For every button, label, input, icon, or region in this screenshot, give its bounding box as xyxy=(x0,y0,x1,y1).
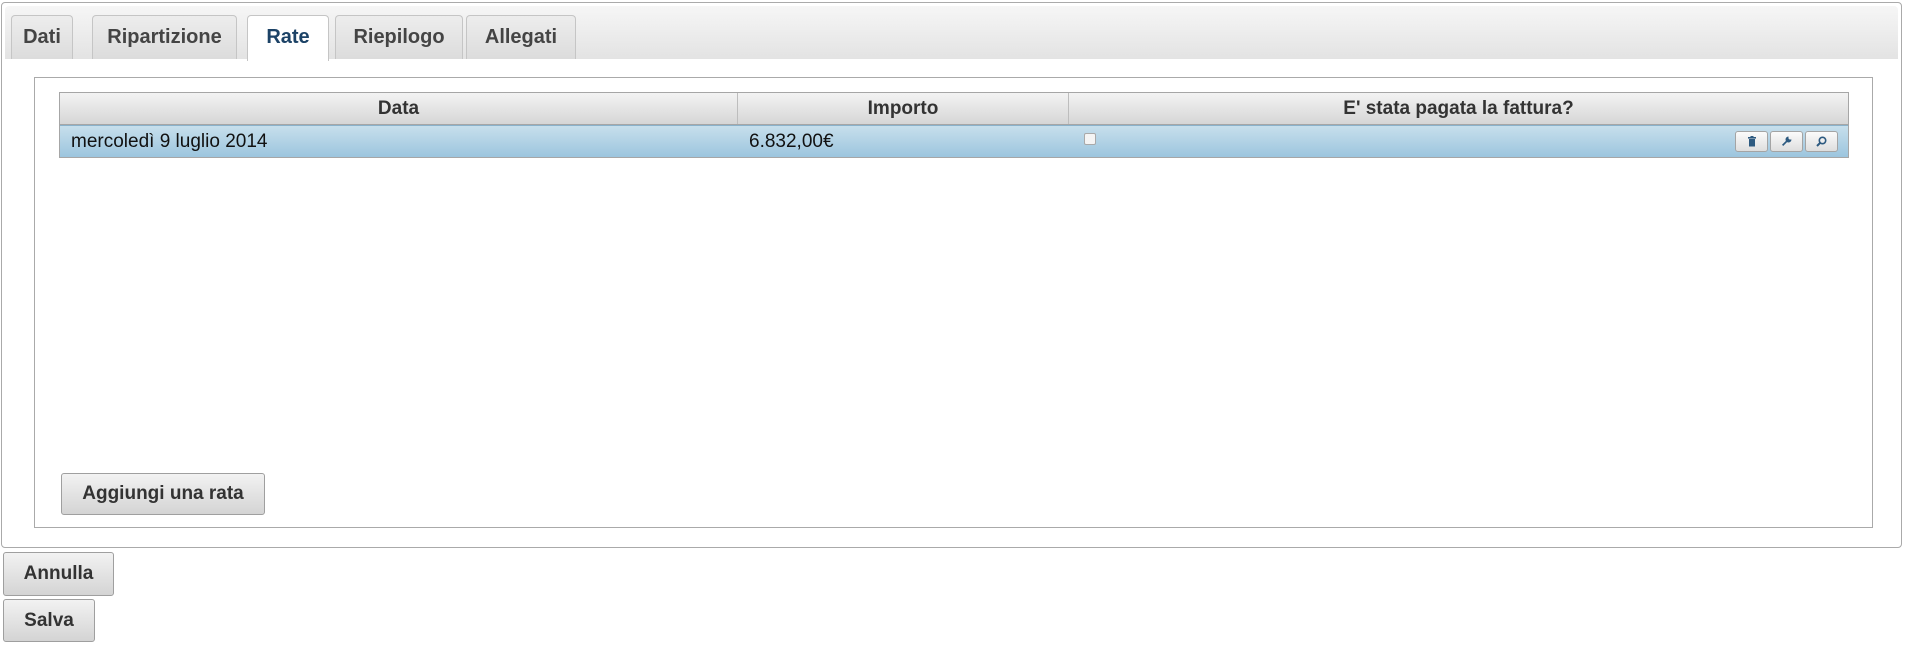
rate-grid: Data Importo E' stata pagata la fattura?… xyxy=(59,92,1849,158)
cell-importo: 6.832,00€ xyxy=(749,131,834,152)
tab-dati[interactable]: Dati xyxy=(11,15,73,59)
tab-allegati[interactable]: Allegati xyxy=(466,15,576,59)
tab-rate[interactable]: Rate xyxy=(247,15,329,61)
wrench-icon xyxy=(1782,136,1792,146)
cell-pagata xyxy=(1069,126,1848,157)
save-button[interactable]: Salva xyxy=(3,599,95,642)
tab-riepilogo[interactable]: Riepilogo xyxy=(335,15,463,59)
tab-bar: Dati Ripartizione Rate Riepilogo Allegat… xyxy=(5,6,1898,61)
delete-button[interactable] xyxy=(1735,131,1768,152)
cell-data: mercoledì 9 luglio 2014 xyxy=(71,131,268,152)
add-rate-button[interactable]: Aggiungi una rata xyxy=(61,473,265,515)
edit-button[interactable] xyxy=(1770,131,1803,152)
column-header-data[interactable]: Data xyxy=(60,93,738,124)
main-panel: Dati Ripartizione Rate Riepilogo Allegat… xyxy=(1,2,1902,548)
column-header-importo[interactable]: Importo xyxy=(738,93,1069,124)
column-header-pagata[interactable]: E' stata pagata la fattura? xyxy=(1069,93,1848,124)
row-actions xyxy=(1733,131,1838,152)
view-button[interactable] xyxy=(1805,131,1838,152)
grid-header: Data Importo E' stata pagata la fattura? xyxy=(60,93,1848,125)
table-row[interactable]: mercoledì 9 luglio 2014 6.832,00€ xyxy=(60,125,1848,157)
trash-icon xyxy=(1747,136,1756,147)
paid-checkbox[interactable] xyxy=(1084,133,1096,145)
cancel-button[interactable]: Annulla xyxy=(3,552,114,596)
rate-panel: Data Importo E' stata pagata la fattura?… xyxy=(34,77,1873,528)
tab-ripartizione[interactable]: Ripartizione xyxy=(92,15,237,59)
magnifier-icon xyxy=(1816,136,1827,147)
